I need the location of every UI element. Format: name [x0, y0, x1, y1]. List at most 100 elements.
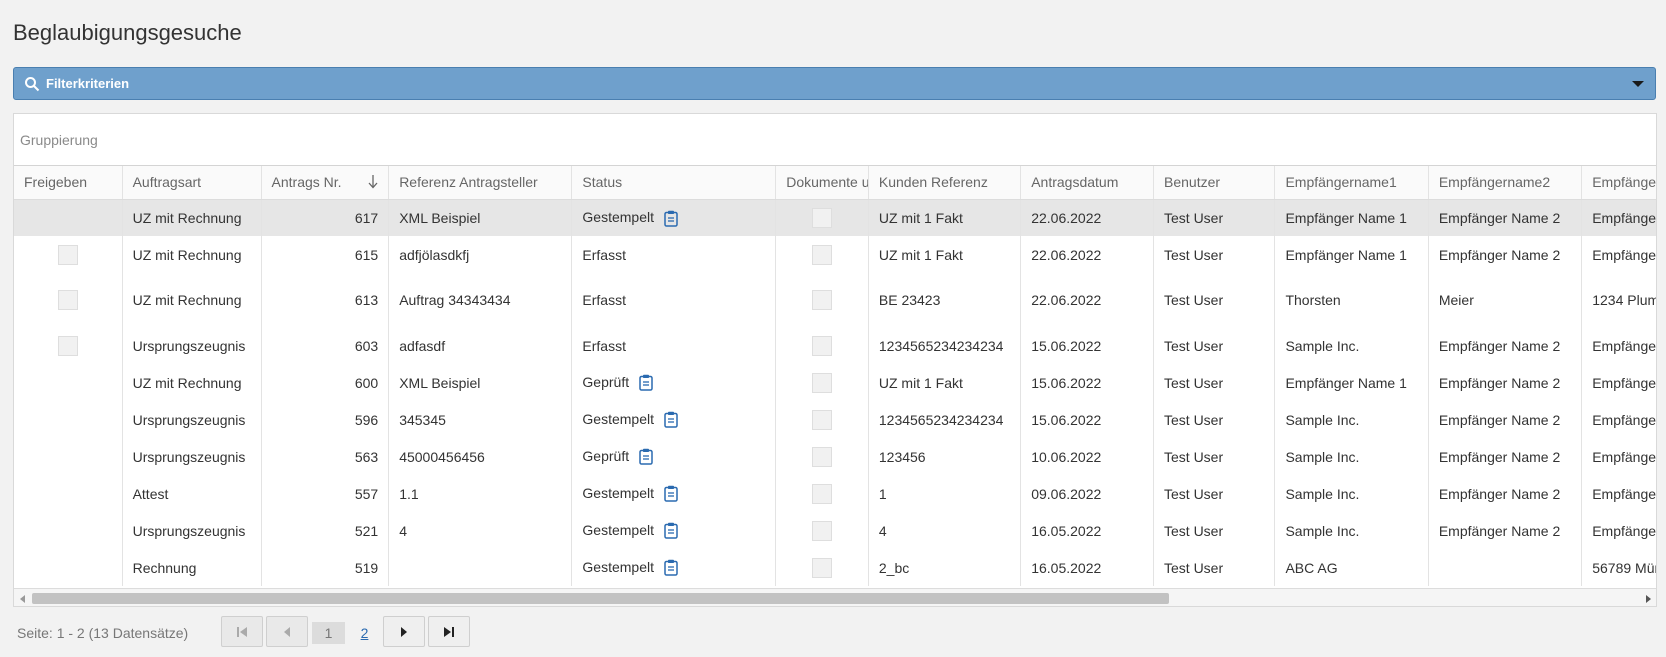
cell-referenz: 345345	[388, 401, 573, 438]
cell-benutzer: Test User	[1153, 512, 1276, 549]
freigeben-checkbox[interactable]	[57, 244, 78, 265]
cell-auftragsart: Attest	[122, 475, 262, 512]
horizontal-scrollbar[interactable]	[14, 588, 1656, 606]
clipboard-icon[interactable]	[664, 411, 678, 429]
clipboard-icon[interactable]	[664, 210, 678, 227]
status-text: Gestempelt	[582, 410, 655, 427]
col-header-referenz[interactable]: Referenz Antragsteller	[388, 166, 573, 200]
dokumente-checkbox[interactable]	[812, 446, 833, 467]
cell-status: Gestempelt	[571, 199, 777, 236]
cell-empfaengername2: Empfänger Name 2	[1428, 512, 1583, 549]
cell-auftragsart: Ursprungszeugnis	[122, 327, 262, 364]
cell-freigeben	[14, 199, 123, 236]
clipboard-icon[interactable]	[639, 374, 653, 392]
dokumente-checkbox[interactable]	[812, 372, 833, 393]
cell-referenz: 4	[388, 512, 573, 549]
col-header-status[interactable]: Status	[571, 166, 777, 200]
clipboard-icon[interactable]	[664, 559, 678, 577]
grouping-area[interactable]: Gruppierung	[14, 114, 1656, 166]
cell-referenz: 1.1	[388, 475, 573, 512]
cell-benutzer: Test User	[1153, 438, 1276, 475]
first-page-button[interactable]	[221, 616, 263, 647]
cell-antrags-nr: 521	[261, 512, 390, 549]
cell-dokumente	[775, 236, 869, 273]
table-row[interactable]: Attest 557 1.1 Gestempelt 1 09.06.2022 T…	[14, 475, 1656, 512]
data-grid: Gruppierung Freigeben Auftragsart Antrag…	[13, 113, 1657, 607]
clipboard-icon[interactable]	[664, 522, 678, 540]
cell-empfaengerort: Empfänger Ort	[1581, 236, 1656, 273]
table-row[interactable]: Ursprungszeugnis 603 adfasdf Erfasst 123…	[14, 327, 1656, 364]
dokumente-checkbox[interactable]	[812, 290, 833, 310]
table-row[interactable]: UZ mit Rechnung 617 XML Beispiel Gestemp…	[14, 199, 1656, 236]
table-row[interactable]: UZ mit Rechnung 615 adfjölasdkfj Erfasst…	[14, 236, 1656, 273]
clipboard-icon[interactable]	[664, 485, 678, 503]
cell-antrags-nr: 603	[261, 327, 390, 364]
table-row[interactable]: UZ mit Rechnung 600 XML Beispiel Geprüft…	[14, 364, 1656, 401]
cell-benutzer: Test User	[1153, 401, 1276, 438]
cell-antragsdatum: 15.06.2022	[1020, 401, 1154, 438]
next-page-button[interactable]	[383, 616, 425, 647]
col-header-auftragsart[interactable]: Auftragsart	[122, 166, 262, 200]
scroll-right-icon[interactable]	[1646, 595, 1651, 603]
cell-freigeben	[14, 512, 123, 549]
col-header-antrags-nr[interactable]: Antrags Nr.	[261, 166, 390, 200]
cell-dokumente	[775, 512, 869, 549]
cell-empfaengerort: Empfänger Ort	[1581, 401, 1656, 438]
cell-auftragsart: UZ mit Rechnung	[122, 364, 262, 401]
col-header-empfaengername2[interactable]: Empfängername2	[1428, 166, 1583, 200]
table-row[interactable]: Ursprungszeugnis 521 4 Gestempelt 4 16.0…	[14, 512, 1656, 549]
cell-auftragsart: Ursprungszeugnis	[122, 512, 262, 549]
scrollbar-thumb[interactable]	[32, 593, 1169, 604]
cell-auftragsart: UZ mit Rechnung	[122, 199, 262, 236]
table-row[interactable]: Rechnung 519 Gestempelt 2_bc 16.05.2022 …	[14, 549, 1656, 586]
cell-antragsdatum: 09.06.2022	[1020, 475, 1154, 512]
table-row[interactable]: Ursprungszeugnis 563 45000456456 Geprüft…	[14, 438, 1656, 475]
freigeben-checkbox[interactable]	[57, 335, 78, 356]
search-icon	[25, 76, 40, 91]
cell-empfaengername2: Empfänger Name 2	[1428, 236, 1583, 273]
col-header-antragsdatum[interactable]: Antragsdatum	[1020, 166, 1154, 200]
sort-descending-icon	[368, 175, 378, 189]
cell-empfaengername2: Empfänger Name 2	[1428, 438, 1583, 475]
dokumente-checkbox[interactable]	[812, 520, 833, 541]
status-text: Erfasst	[582, 246, 626, 263]
dokumente-checkbox[interactable]	[812, 409, 833, 430]
dokumente-checkbox[interactable]	[812, 335, 833, 356]
page-number-current[interactable]: 1	[312, 622, 345, 644]
table-row[interactable]: UZ mit Rechnung 613 Auftrag 34343434 Erf…	[14, 273, 1656, 327]
cell-status: Gestempelt	[571, 512, 777, 549]
status-text: Gestempelt	[582, 484, 655, 501]
cell-referenz: XML Beispiel	[388, 199, 573, 236]
chevron-down-icon[interactable]	[1632, 81, 1644, 87]
cell-antragsdatum: 10.06.2022	[1020, 438, 1154, 475]
status-text: Gestempelt	[582, 208, 655, 225]
cell-antragsdatum: 22.06.2022	[1020, 199, 1154, 236]
dokumente-checkbox[interactable]	[812, 483, 833, 504]
dokumente-checkbox[interactable]	[812, 244, 833, 265]
cell-antragsdatum: 16.05.2022	[1020, 549, 1154, 586]
prev-page-button[interactable]	[266, 616, 308, 647]
cell-dokumente	[775, 364, 869, 401]
col-header-freigeben[interactable]: Freigeben	[14, 166, 123, 200]
page-number-link[interactable]: 2	[348, 622, 381, 644]
cell-kunden-referenz: BE 23423	[868, 273, 1022, 327]
table-row[interactable]: Ursprungszeugnis 596 345345 Gestempelt 1…	[14, 401, 1656, 438]
col-header-empfaengerort[interactable]: Empfängerort	[1581, 166, 1656, 200]
col-header-kunden-referenz[interactable]: Kunden Referenz	[868, 166, 1022, 200]
col-header-empfaengername1[interactable]: Empfängername1	[1274, 166, 1429, 200]
cell-benutzer: Test User	[1153, 236, 1276, 273]
clipboard-icon[interactable]	[639, 448, 653, 466]
last-page-button[interactable]	[428, 616, 470, 647]
cell-freigeben	[14, 438, 123, 475]
filter-panel-header[interactable]: Filterkriterien	[13, 67, 1656, 100]
dokumente-checkbox[interactable]	[812, 207, 833, 228]
cell-kunden-referenz: 1234565234234234	[868, 401, 1022, 438]
col-header-benutzer[interactable]: Benutzer	[1153, 166, 1276, 200]
dokumente-checkbox[interactable]	[812, 557, 833, 578]
last-page-icon	[444, 627, 454, 637]
freigeben-checkbox[interactable]	[57, 290, 78, 310]
cell-antragsdatum: 16.05.2022	[1020, 512, 1154, 549]
cell-empfaengername1: Empfänger Name 1	[1274, 236, 1429, 273]
col-header-dokumente[interactable]: Dokumente un	[775, 166, 869, 200]
scroll-left-icon[interactable]	[20, 595, 25, 603]
